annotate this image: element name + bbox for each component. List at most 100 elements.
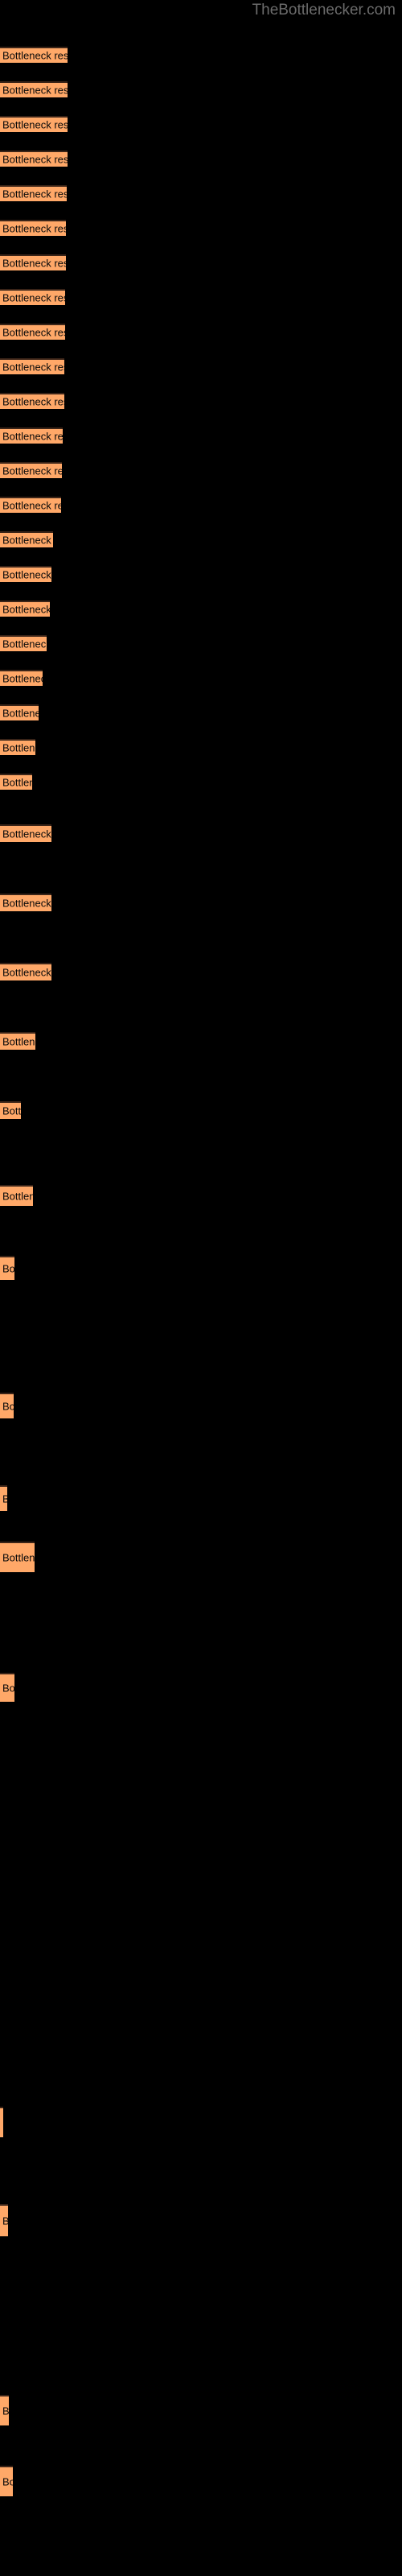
bar-22: Bottleneck result xyxy=(0,774,32,790)
bar-row: Bottleneck result xyxy=(0,151,68,167)
bar-row: Bottleneck result xyxy=(0,1101,21,1119)
bar-5: Bottleneck result xyxy=(0,185,67,201)
bar-row: Bottleneck result xyxy=(0,774,32,790)
bar-row: Bottleneck result xyxy=(0,670,43,686)
bar-30: Bottleneck result xyxy=(0,1393,14,1418)
bar-2: Bottleneck result xyxy=(0,81,68,97)
bar-row: Bottleneck result xyxy=(0,427,63,444)
bar-row: Bottleneck result xyxy=(0,254,66,270)
bar-row: Bottleneck result xyxy=(0,635,47,651)
bar-label: Bottleneck result xyxy=(2,568,51,581)
bar-row: Bottleneck result xyxy=(0,2204,8,2236)
bar-label: Bottleneck result xyxy=(2,603,50,616)
bar-row: Bottleneck result xyxy=(0,116,68,132)
bar-label: Bottleneck result xyxy=(2,118,68,131)
bar-23: Bottleneck result xyxy=(0,824,51,842)
bar-18: Bottleneck result xyxy=(0,635,47,651)
bar-label: Bottleneck result xyxy=(2,1104,21,1117)
bottleneck-bar-chart: TheBottlenecker.com Bottleneck result Bot… xyxy=(0,0,402,2576)
bar-label: Bottleneck result xyxy=(2,49,68,62)
bar-26: Bottleneck result xyxy=(0,1032,35,1050)
bar-row: Bottleneck result xyxy=(0,2395,9,2425)
bar-label: Bottleneck result xyxy=(2,1035,35,1048)
bar-34: Bottleneck result xyxy=(0,2107,3,2137)
bar-label: Bottleneck result xyxy=(2,638,47,650)
site-watermark: TheBottlenecker.com xyxy=(252,2,396,19)
bar-21: Bottleneck result xyxy=(0,739,35,755)
bar-row: Bottleneck result xyxy=(0,2466,13,2496)
bar-label: Bottleneck result xyxy=(2,966,51,979)
bar-label: Bottleneck result xyxy=(2,1551,35,1564)
bar-row: Bottleneck result xyxy=(0,1185,33,1206)
bar-label: Bottleneck result xyxy=(2,828,51,840)
bar-label: Bottleneck result xyxy=(2,672,43,685)
bar-label: Bottleneck result xyxy=(2,430,63,443)
bar-row: Bottleneck result xyxy=(0,1485,7,1511)
bar-label: Bottleneck result xyxy=(2,395,64,408)
bar-label: Bottleneck result xyxy=(2,2475,13,2488)
bar-35: Bottleneck result xyxy=(0,2204,8,2236)
bar-label: Bottleneck result xyxy=(2,2118,3,2128)
bar-4: Bottleneck result xyxy=(0,151,68,167)
bar-row: Bottleneck result xyxy=(0,47,68,63)
bar-label: Bottleneck result xyxy=(2,257,66,270)
bar-6: Bottleneck result xyxy=(0,220,66,236)
bar-row: Bottleneck result xyxy=(0,2107,3,2137)
bar-13: Bottleneck result xyxy=(0,462,62,478)
bar-label: Bottleneck result xyxy=(2,1190,33,1203)
bar-row: Bottleneck result xyxy=(0,185,67,201)
bar-row: Bottleneck result xyxy=(0,358,64,374)
bar-row: Bottleneck result xyxy=(0,704,39,720)
bar-label: Bottleneck result xyxy=(2,188,67,200)
bar-row: Bottleneck result xyxy=(0,1542,35,1572)
bar-15: Bottleneck result xyxy=(0,531,53,547)
bar-36: Bottleneck result xyxy=(0,2395,9,2425)
bar-label: Bottleneck result xyxy=(2,2405,9,2417)
bar-33: Bottleneck result xyxy=(0,1673,14,1702)
bar-label: Bottleneck result xyxy=(2,84,68,97)
bar-label: Bottleneck result xyxy=(2,776,32,789)
bar-row: Bottleneck result xyxy=(0,1673,14,1702)
bar-label: Bottleneck result xyxy=(2,741,35,754)
bar-17: Bottleneck result xyxy=(0,601,50,617)
bar-row: Bottleneck result xyxy=(0,1032,35,1050)
bar-29: Bottleneck result xyxy=(0,1256,14,1280)
bar-28: Bottleneck result xyxy=(0,1185,33,1206)
bar-31: Bottleneck result xyxy=(0,1485,7,1511)
bar-row: Bottleneck result xyxy=(0,81,68,97)
bar-row: Bottleneck result xyxy=(0,963,51,980)
bar-label: Bottleneck result xyxy=(2,361,64,374)
bar-25: Bottleneck result xyxy=(0,963,51,980)
bar-10: Bottleneck result xyxy=(0,358,64,374)
bar-row: Bottleneck result xyxy=(0,894,51,911)
bar-9: Bottleneck result xyxy=(0,324,65,340)
bar-label: Bottleneck result xyxy=(2,897,51,910)
bar-row: Bottleneck result xyxy=(0,324,65,340)
bar-19: Bottleneck result xyxy=(0,670,43,686)
bar-row: Bottleneck result xyxy=(0,531,53,547)
bar-label: Bottleneck result xyxy=(2,1400,14,1413)
bar-1: Bottleneck result xyxy=(0,47,68,63)
bar-label: Bottleneck result xyxy=(2,1494,7,1505)
bar-label: Bottleneck result xyxy=(2,326,65,339)
bar-label: Bottleneck result xyxy=(2,153,68,166)
bar-row: Bottleneck result xyxy=(0,1256,14,1280)
bar-11: Bottleneck result xyxy=(0,393,64,409)
bar-row: Bottleneck result xyxy=(0,497,61,513)
bar-16: Bottleneck result xyxy=(0,566,51,582)
bar-24: Bottleneck result xyxy=(0,894,51,911)
bar-row: Bottleneck result xyxy=(0,566,51,582)
bar-label: Bottleneck result xyxy=(2,291,65,304)
bar-label: Bottleneck result xyxy=(2,499,61,512)
bar-row: Bottleneck result xyxy=(0,462,62,478)
bar-row: Bottleneck result xyxy=(0,739,35,755)
bar-8: Bottleneck result xyxy=(0,289,65,305)
bar-14: Bottleneck result xyxy=(0,497,61,513)
bar-row: Bottleneck result xyxy=(0,393,64,409)
bar-27: Bottleneck result xyxy=(0,1101,21,1119)
bar-label: Bottleneck result xyxy=(2,2216,8,2227)
bar-row: Bottleneck result xyxy=(0,1393,14,1418)
bar-label: Bottleneck result xyxy=(2,534,53,547)
bar-3: Bottleneck result xyxy=(0,116,68,132)
bar-20: Bottleneck result xyxy=(0,704,39,720)
